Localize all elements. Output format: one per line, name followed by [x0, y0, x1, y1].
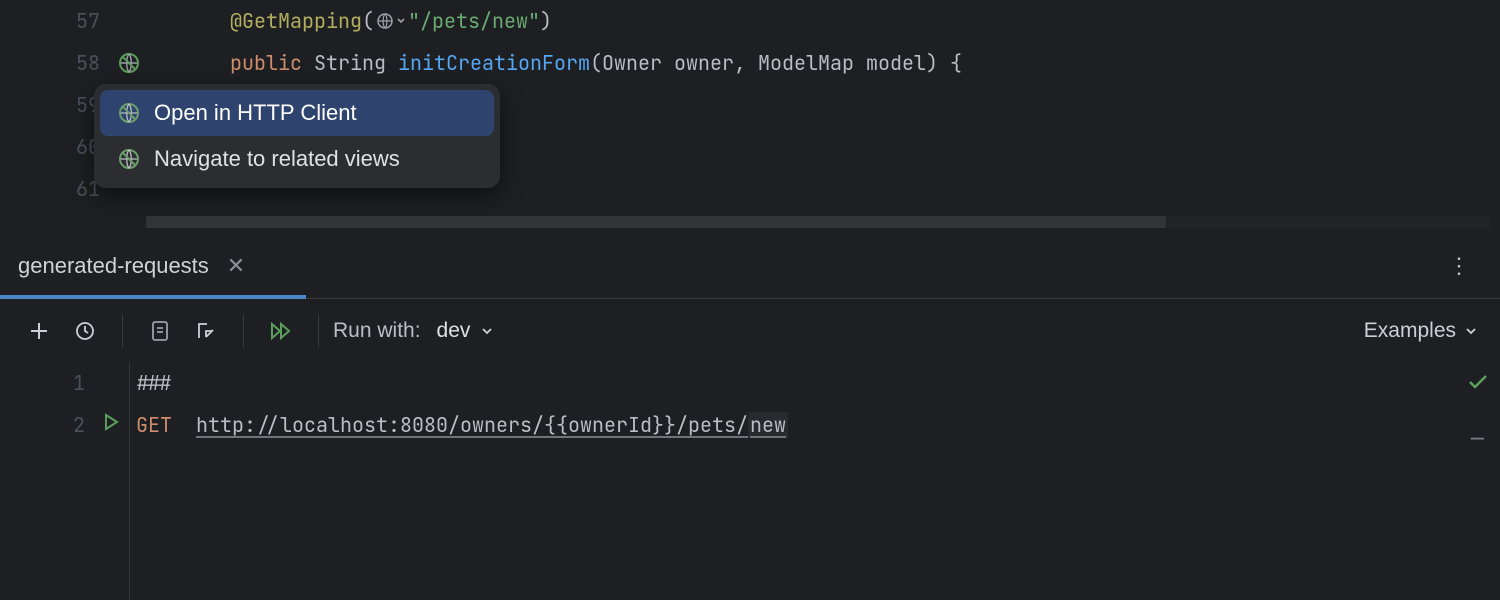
menu-item-open-http-client[interactable]: Open in HTTP Client — [100, 90, 494, 136]
active-tab-indicator — [0, 295, 306, 299]
history-button[interactable] — [66, 312, 104, 350]
gutter-context-menu: Open in HTTP Client Navigate to related … — [94, 84, 500, 188]
run-all-button[interactable] — [262, 312, 300, 350]
toolbar-separator — [318, 315, 319, 347]
http-editor: 1 2 ### GET http://localhost:8080/owners… — [0, 362, 1500, 600]
http-code-area[interactable]: ### GET http://localhost:8080/owners/{{o… — [130, 362, 1500, 600]
run-with-selector[interactable]: Run with: dev — [333, 319, 494, 343]
inspection-status-icon[interactable] — [1466, 370, 1490, 400]
http-toolbar: Run with: dev Examples — [0, 298, 1500, 362]
chevron-down-icon — [396, 16, 406, 26]
import-icon — [195, 320, 217, 342]
tab-label: generated-requests — [18, 253, 209, 279]
menu-item-label: Navigate to related views — [154, 146, 400, 172]
globe-icon — [118, 148, 140, 170]
run-request-gutter-icon[interactable] — [101, 412, 121, 438]
line-number: 1 — [73, 370, 85, 396]
clock-icon — [74, 320, 96, 342]
examples-dropdown[interactable]: Examples — [1364, 319, 1478, 343]
editor-tabs: generated-requests ✕ ⋮ — [0, 232, 1500, 298]
http-line: GET http://localhost:8080/owners/{{owner… — [136, 404, 1500, 446]
code-line: @GetMapping("/pets/new") — [132, 0, 1500, 42]
menu-item-navigate-views[interactable]: Navigate to related views — [100, 136, 494, 182]
convert-button[interactable] — [141, 312, 179, 350]
http-gutter: 1 2 — [0, 362, 130, 600]
line-number: 57 — [76, 8, 100, 34]
chevron-down-icon — [1464, 324, 1478, 338]
toolbar-separator — [122, 315, 123, 347]
document-icon — [150, 320, 170, 342]
tab-options-menu[interactable]: ⋮ — [1420, 251, 1500, 280]
toolbar-separator — [243, 315, 244, 347]
horizontal-scrollbar[interactable] — [146, 212, 1500, 232]
line-number: 58 — [76, 50, 100, 76]
chevron-down-icon — [480, 324, 494, 338]
add-request-button[interactable] — [20, 312, 58, 350]
line-number: 2 — [73, 412, 85, 438]
code-line: public String initCreationForm(Owner own… — [132, 42, 1500, 84]
request-separator: ### — [136, 370, 172, 396]
http-url: http://localhost:8080/owners/{{ownerId}}… — [196, 412, 788, 438]
menu-item-label: Open in HTTP Client — [154, 100, 357, 126]
java-editor: 57 58 59 60 61 @GetMapping("/pets/new") … — [0, 0, 1500, 232]
run-with-value: dev — [437, 319, 471, 343]
examples-label: Examples — [1364, 319, 1456, 343]
globe-icon — [118, 102, 140, 124]
close-icon[interactable]: ✕ — [227, 253, 245, 279]
run-with-label: Run with: — [333, 319, 421, 343]
status-indicator: — — [1471, 424, 1484, 453]
http-method: GET — [136, 412, 172, 438]
import-button[interactable] — [187, 312, 225, 350]
tab-generated-requests[interactable]: generated-requests ✕ — [0, 233, 263, 298]
plus-icon — [28, 320, 50, 342]
url-globe-icon[interactable] — [374, 12, 408, 30]
double-play-icon — [269, 320, 293, 342]
http-line: ### — [136, 362, 1500, 404]
